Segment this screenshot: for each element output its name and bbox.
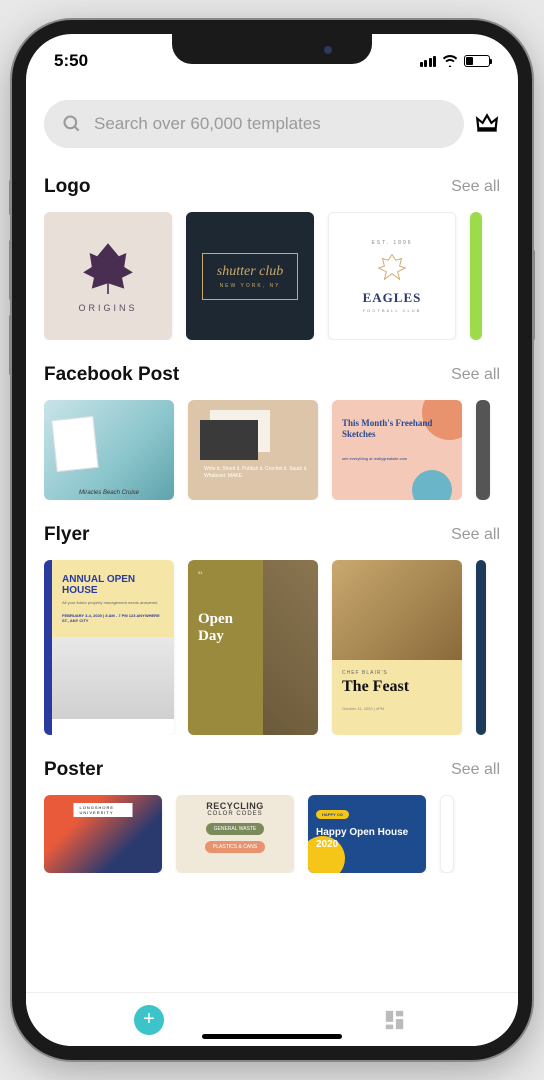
template-card[interactable]: HAPPY CO Happy Open House 2020: [308, 795, 426, 873]
see-all-flyer[interactable]: See all: [451, 526, 500, 544]
leaf-icon: [81, 239, 135, 295]
template-text: 01: [198, 570, 253, 575]
status-time: 5:50: [54, 51, 88, 71]
logo-cards[interactable]: ORIGINS shutter club NEW YORK, NY EST. 1…: [44, 212, 500, 340]
wifi-icon: [442, 55, 458, 67]
search-input[interactable]: Search over 60,000 templates: [44, 100, 464, 148]
volume-down-button: [9, 315, 12, 375]
template-text: see everything at reallygreatsite.com: [342, 456, 407, 461]
see-all-facebook[interactable]: See all: [451, 366, 500, 384]
template-text: Miracles Beach Cruise: [44, 490, 174, 496]
cellular-signal-icon: [420, 56, 437, 67]
flyer-cards[interactable]: ANNUAL OPEN HOUSE All your future proper…: [44, 560, 500, 735]
template-text: The Feast: [342, 678, 452, 696]
section-title-logo: Logo: [44, 176, 90, 198]
section-title-flyer: Flyer: [44, 524, 89, 546]
template-card[interactable]: Miracles Beach Cruise: [44, 400, 174, 500]
template-card[interactable]: shutter club NEW YORK, NY: [186, 212, 314, 340]
template-card[interactable]: [440, 795, 454, 873]
template-card[interactable]: [476, 560, 486, 735]
power-button: [532, 250, 535, 340]
template-text: shutter club: [217, 264, 284, 280]
template-card[interactable]: [476, 400, 490, 500]
template-text: ANNUAL OPEN HOUSE: [62, 574, 164, 596]
battery-icon: [464, 55, 490, 67]
section-title-facebook: Facebook Post: [44, 364, 179, 386]
template-text: Open Day: [198, 611, 253, 644]
search-icon: [62, 114, 82, 134]
template-text: All your future property management need…: [62, 600, 164, 605]
section-poster: Poster See all LONGSHORE UNIVERSITY RECY…: [44, 759, 500, 873]
notch: [172, 34, 372, 64]
template-text: ORIGINS: [78, 303, 137, 313]
template-card[interactable]: EST. 1896 EAGLES FOOTBALL CLUB: [328, 212, 456, 340]
facebook-cards[interactable]: Miracles Beach Cruise Write it. Shoot it…: [44, 400, 500, 500]
template-card[interactable]: ORIGINS: [44, 212, 172, 340]
template-text: RECYCLING: [182, 801, 288, 811]
template-image: [332, 560, 462, 660]
grid-icon: [384, 1009, 406, 1031]
template-image: [263, 560, 318, 735]
section-flyer: Flyer See all ANNUAL OPEN HOUSE All your…: [44, 524, 500, 735]
phone-frame: 5:50 Search over 60,000 templates Logo S…: [12, 20, 532, 1060]
home-indicator[interactable]: [202, 1034, 342, 1039]
template-text: EAGLES: [363, 290, 422, 306]
plus-icon: +: [134, 1005, 164, 1035]
template-text: FEBRUARY 3-4, 2020 | 8 AM - 7 PM 123 ANY…: [62, 613, 164, 623]
template-card[interactable]: CHEF BLAIR'S The Feast October 11, 2020 …: [332, 560, 462, 735]
search-placeholder: Search over 60,000 templates: [94, 114, 321, 134]
template-text: NEW YORK, NY: [217, 283, 284, 289]
template-text: EST. 1896: [371, 240, 412, 246]
section-title-poster: Poster: [44, 759, 103, 781]
template-card[interactable]: RECYCLING COLOR CODES GENERAL WASTE PLAS…: [176, 795, 294, 873]
template-text: LONGSHORE UNIVERSITY: [74, 803, 133, 817]
section-logo: Logo See all ORIGINS shutter club NEW YO…: [44, 176, 500, 340]
template-card[interactable]: This Month's Freehand Sketches see every…: [332, 400, 462, 500]
template-card[interactable]: 01 Open Day: [188, 560, 318, 735]
crown-icon[interactable]: [474, 111, 500, 137]
template-card[interactable]: [470, 212, 482, 340]
eagle-icon: [373, 250, 411, 284]
template-text: COLOR CODES: [182, 811, 288, 817]
template-text: GENERAL WASTE: [206, 823, 265, 835]
section-facebook: Facebook Post See all Miracles Beach Cru…: [44, 364, 500, 500]
template-text: This Month's Freehand Sketches: [342, 418, 462, 440]
template-text: HAPPY CO: [316, 810, 349, 819]
template-text: PLASTICS & CANS: [205, 841, 265, 853]
template-text: Happy Open House 2020: [316, 827, 418, 851]
poster-cards[interactable]: LONGSHORE UNIVERSITY RECYCLING COLOR COD…: [44, 795, 500, 873]
volume-up-button: [9, 240, 12, 300]
template-card[interactable]: ANNUAL OPEN HOUSE All your future proper…: [44, 560, 174, 735]
template-card[interactable]: Write it. Shoot it. Publish it. Crochet …: [188, 400, 318, 500]
see-all-logo[interactable]: See all: [451, 178, 500, 196]
template-text: FOOTBALL CLUB: [363, 308, 422, 313]
template-text: CHEF BLAIR'S: [342, 670, 452, 676]
template-text: October 11, 2020 | 4PM: [342, 706, 452, 711]
template-card[interactable]: LONGSHORE UNIVERSITY: [44, 795, 162, 873]
silence-switch: [9, 180, 12, 215]
template-text: Write it. Shoot it. Publish it. Crochet …: [204, 466, 318, 480]
template-image: [52, 637, 174, 719]
see-all-poster[interactable]: See all: [451, 761, 500, 779]
